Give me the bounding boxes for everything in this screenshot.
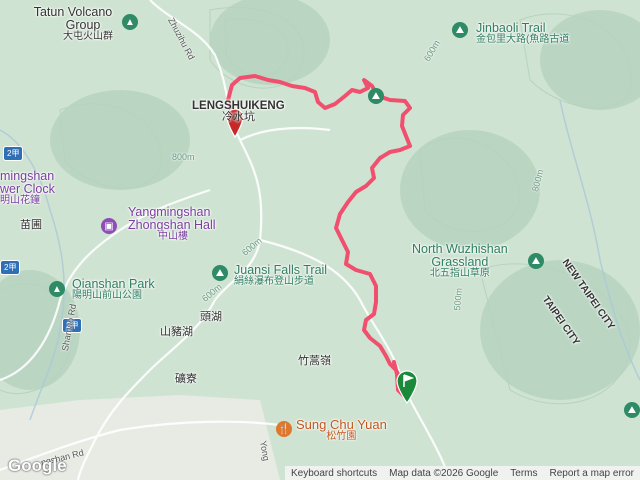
hiking-icon[interactable]: ⛰ [624,402,640,418]
keyboard-shortcuts-link[interactable]: Keyboard shortcuts [285,468,383,479]
terrain-map[interactable] [0,0,640,480]
label-lengshuikeng[interactable]: LENGSHUIKENG 冷水坑 [192,100,285,124]
hiking-icon[interactable]: ⛰ [528,253,544,269]
elevation-label: 500m [452,287,464,311]
label-kuangliao: 礦寮 [175,373,197,385]
label-shanzhuhu: 山豬湖 [160,326,193,338]
map-footer: Keyboard shortcuts Map data ©2026 Google… [284,466,640,480]
label-zhuhaoling: 竹蒿嶺 [298,355,331,367]
start-marker[interactable] [396,370,418,404]
label-jinbaoli[interactable]: Jinbaoli Trail 金包里大路(魚路古道 [476,21,569,46]
label-miaopu: 苗圃 [20,219,42,231]
label-flower-clock[interactable]: mingshan wer Clock 明山花鐘 [0,169,55,207]
label-qianshan[interactable]: Qianshan Park 陽明山前山公園 [72,277,155,302]
label-tatun[interactable]: Tatun Volcano Group 大屯火山群 [33,5,113,43]
label-wuzhishan[interactable]: North Wuzhishan Grassland 北五指山草原 [412,242,508,280]
restaurant-icon[interactable]: 🍴 [276,421,292,437]
route-shield: 2甲 [0,260,21,275]
label-touhu: 頭湖 [200,311,222,323]
label-sung-chu-yuan[interactable]: Sung Chu Yuan 松竹園 [296,418,387,442]
elevation-label: 800m [172,152,195,162]
park-icon[interactable]: ▲ [122,14,138,30]
label-juansi[interactable]: Juansi Falls Trail 絹絲瀑布登山步道 [234,263,327,288]
park-icon[interactable]: ▲ [49,281,65,297]
route-shield: 2甲 [3,146,24,161]
label-zhongshan-hall[interactable]: Yangmingshan Zhongshan Hall 中山樓 [128,205,216,243]
terms-link[interactable]: Terms [504,468,543,479]
hiking-icon[interactable]: ⛰ [212,265,228,281]
hiking-icon[interactable]: ⛰ [452,22,468,38]
report-error-link[interactable]: Report a map error [544,468,640,479]
landmark-icon[interactable]: ▣ [101,218,117,234]
google-logo: Google [8,456,67,475]
hiking-icon[interactable]: ⛰ [368,88,384,104]
map-data-attribution: Map data ©2026 Google [389,467,499,479]
